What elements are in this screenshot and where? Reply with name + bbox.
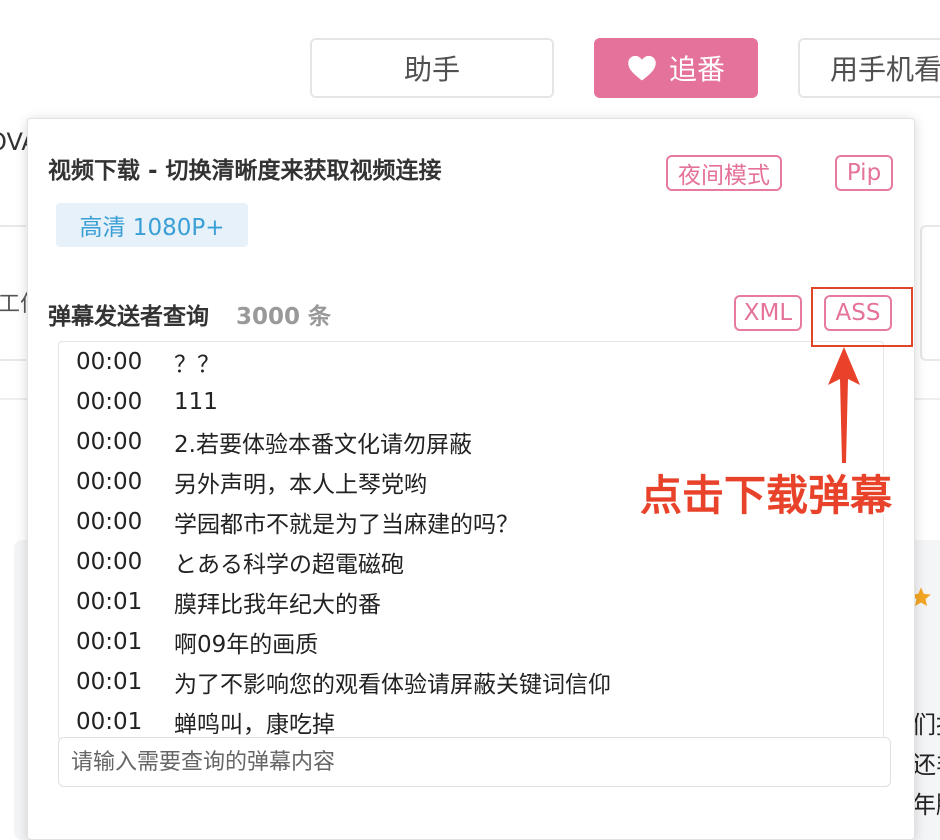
watch-on-phone-button[interactable]: 用手机看 — [798, 38, 940, 98]
bg-text-fragment: 还非 — [912, 751, 940, 779]
danmaku-text: 2.若要体验本番文化请勿屏蔽 — [174, 432, 472, 458]
quality-label: 高清 1080P+ — [79, 215, 225, 241]
annotation-text: 点击下载弹幕 — [640, 471, 893, 520]
danmaku-time: 00:00 — [76, 509, 143, 535]
danmaku-list[interactable]: 00:00 ？？ 00:00 111 00:00 2.若要体验本番文化请勿屏蔽 … — [58, 341, 884, 741]
bg-card-right — [920, 225, 940, 361]
danmaku-text: とある科学の超電磁砲 — [174, 552, 404, 578]
danmaku-text: 为了不影响您的观看体验请屏蔽关键词信仰 — [174, 672, 611, 698]
helper-button[interactable]: 助手 — [310, 38, 554, 98]
list-item[interactable]: 00:01 膜拜比我年纪大的番 — [59, 582, 381, 622]
night-mode-button[interactable]: 夜间模式 — [666, 155, 782, 191]
follow-button-label: 追番 — [668, 53, 725, 86]
list-item[interactable]: 00:00 ？？ — [59, 342, 220, 382]
list-item[interactable]: 00:01 蝉鸣叫，康吃掉 — [59, 702, 335, 740]
list-item[interactable]: 00:00 学园都市不就是为了当麻建的吗？ — [59, 502, 519, 542]
danmaku-time: 00:00 — [76, 349, 143, 375]
arrow-up-icon — [828, 347, 860, 463]
danmaku-text: 啊09年的画质 — [174, 632, 319, 658]
list-item[interactable]: 00:00 2.若要体验本番文化请勿屏蔽 — [59, 422, 472, 462]
danmaku-time: 00:01 — [76, 629, 143, 655]
list-item[interactable]: 00:00 とある科学の超電磁砲 — [59, 542, 404, 582]
danmaku-text: 蝉鸣叫，康吃掉 — [174, 712, 335, 738]
danmaku-time: 00:00 — [76, 469, 143, 495]
list-item[interactable]: 00:00 111 — [59, 382, 218, 422]
night-mode-label: 夜间模式 — [678, 163, 770, 189]
list-item[interactable]: 00:01 啊09年的画质 — [59, 622, 318, 662]
xml-download-button[interactable]: XML — [734, 295, 802, 331]
danmaku-time: 00:00 — [76, 389, 143, 415]
heart-icon — [628, 55, 656, 81]
danmaku-text: 膜拜比我年纪大的番 — [174, 592, 381, 618]
danmaku-search-input[interactable] — [58, 737, 891, 787]
helper-button-label: 助手 — [403, 53, 460, 86]
list-item[interactable]: 00:01 为了不影响您的观看体验请屏蔽关键词信仰 — [59, 662, 611, 702]
list-item[interactable]: 00:00 另外声明，本人上琴党哟 — [59, 462, 427, 502]
ass-highlight-box — [811, 287, 913, 347]
danmaku-time: 00:00 — [76, 549, 143, 575]
follow-button[interactable]: 追番 — [594, 38, 758, 98]
quality-option[interactable]: 高清 1080P+ — [56, 203, 248, 247]
danmaku-sender-query-title: 弹幕发送者查询 — [48, 304, 209, 330]
bg-text-fragment: 们报 — [912, 711, 940, 739]
danmaku-time: 00:01 — [76, 669, 143, 695]
danmaku-time: 00:01 — [76, 589, 143, 615]
danmaku-text: 111 — [174, 389, 218, 415]
danmaku-time: 00:01 — [76, 709, 143, 735]
danmaku-text: 学园都市不就是为了当麻建的吗？ — [174, 512, 519, 538]
danmaku-text: 另外声明，本人上琴党哟 — [174, 472, 427, 498]
danmaku-time: 00:00 — [76, 429, 143, 455]
pip-label: Pip — [846, 160, 882, 186]
danmaku-text: ？？ — [174, 352, 220, 378]
xml-label: XML — [743, 300, 793, 326]
video-download-title: 视频下载 - 切换清晰度来获取视频连接 — [48, 158, 442, 184]
danmaku-count: 3000 条 — [236, 304, 332, 330]
bg-text-fragment: 年脑 — [912, 791, 940, 819]
watch-on-phone-label: 用手机看 — [830, 53, 940, 86]
pip-button[interactable]: Pip — [835, 155, 893, 191]
